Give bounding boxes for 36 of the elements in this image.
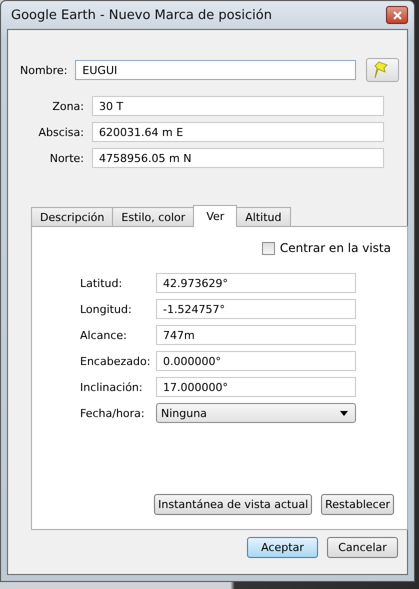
checkbox-label: Centrar en la vista xyxy=(280,241,391,255)
dropdown[interactable]: Ninguna xyxy=(156,403,356,423)
tab[interactable]: Descripción xyxy=(31,207,114,226)
tab[interactable]: Ver xyxy=(193,205,238,227)
coordinate-field[interactable]: 4758956.05 m N xyxy=(92,148,384,168)
placemark-icon-button[interactable] xyxy=(366,58,399,82)
name-label: Nombre: xyxy=(20,64,68,76)
pushpin-icon xyxy=(374,61,390,79)
close-icon xyxy=(392,10,402,20)
tab[interactable]: Estilo, color xyxy=(112,207,194,226)
input-field[interactable]: 747m xyxy=(156,325,356,345)
input-field[interactable]: -1.524757° xyxy=(156,299,356,319)
tab[interactable]: Altitud xyxy=(236,207,290,226)
field-label: Latitud: xyxy=(80,276,124,290)
caret-icon xyxy=(340,410,348,416)
input-field[interactable]: 0.000000° xyxy=(156,351,356,371)
coordinate-label: Zona: xyxy=(51,100,84,112)
field-label: Inclinación: xyxy=(80,380,144,394)
coordinate-field[interactable]: 620031.64 m E xyxy=(92,122,384,142)
name-field[interactable]: EUGUI xyxy=(75,60,356,80)
field-label: Alcance: xyxy=(80,328,128,342)
panel-button[interactable]: Instantánea de vista actual xyxy=(154,494,312,515)
dialog-button[interactable]: Cancelar xyxy=(327,537,398,558)
coordinate-label: Norte: xyxy=(48,152,84,164)
coordinate-field[interactable]: 30 T xyxy=(92,96,384,116)
field-label: Longitud: xyxy=(80,302,133,316)
coordinate-label: Abscisa: xyxy=(37,126,84,138)
input-field[interactable]: 42.973629° xyxy=(156,273,356,293)
field-label: Encabezado: xyxy=(80,354,152,368)
field-label: Fecha/hora: xyxy=(80,406,146,420)
dialog-button[interactable]: Aceptar xyxy=(247,537,318,558)
checkbox[interactable] xyxy=(262,242,275,254)
close-button[interactable] xyxy=(386,6,408,24)
window-title: Google Earth - Nuevo Marca de posición xyxy=(11,8,272,22)
panel-button[interactable]: Restablecer xyxy=(321,494,394,515)
input-field[interactable]: 17.000000° xyxy=(156,377,356,397)
